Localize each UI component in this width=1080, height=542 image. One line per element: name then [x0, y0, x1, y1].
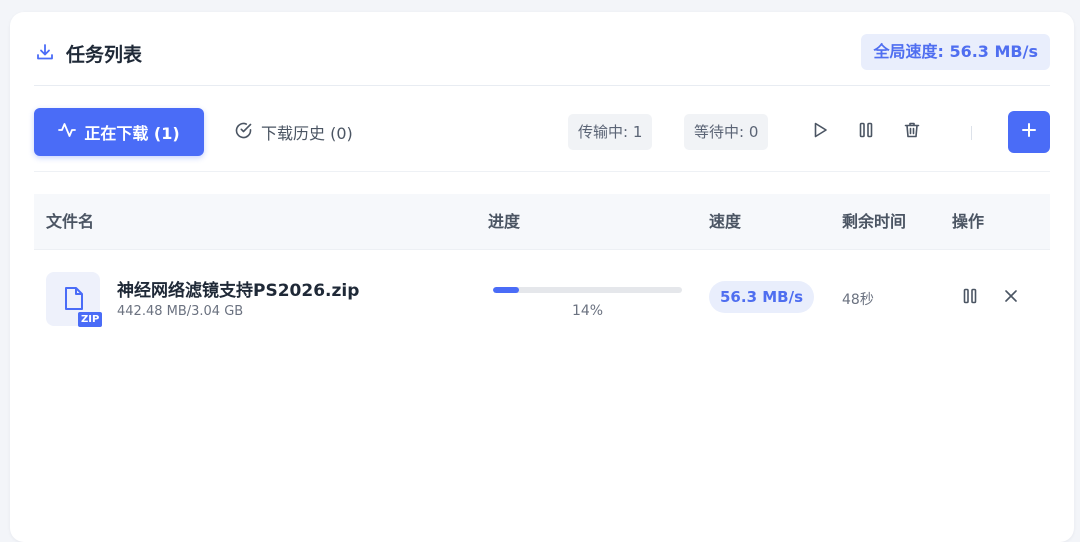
add-task-button[interactable] [1008, 111, 1050, 153]
download-icon [36, 43, 54, 61]
plus-icon [1021, 122, 1037, 142]
transferring-count: 传输中: 1 [568, 114, 653, 150]
pause-icon [961, 287, 979, 309]
column-header-progress: 进度 [488, 212, 521, 231]
check-circle-icon [234, 121, 253, 144]
pause-icon [857, 121, 875, 143]
play-icon [811, 121, 829, 143]
start-all-button[interactable] [808, 120, 832, 144]
speed-badge: 56.3 MB/s [709, 281, 814, 313]
tab-history[interactable]: 下载历史 (0) [234, 108, 353, 156]
progress-bar [493, 287, 682, 293]
remaining-time: 48秒 [842, 292, 874, 308]
toolbar-divider [971, 126, 972, 140]
tab-downloading[interactable]: 正在下载 (1) [34, 108, 204, 156]
column-header-remaining: 剩余时间 [842, 212, 907, 231]
delete-all-button[interactable] [900, 120, 924, 144]
tab-history-label: 下载历史 (0) [261, 124, 353, 143]
task-list-card: 任务列表 全局速度: 56.3 MB/s 正在下载 (1) 下载历史 (0) 传… [10, 12, 1074, 542]
close-icon [1003, 288, 1019, 308]
page-title: 任务列表 [66, 44, 143, 66]
tab-downloading-label: 正在下载 (1) [84, 124, 180, 143]
column-header-filename: 文件名 [46, 212, 95, 231]
activity-icon [58, 121, 77, 143]
header: 任务列表 全局速度: 56.3 MB/s [34, 12, 1050, 86]
trash-icon [903, 121, 921, 143]
pause-task-button[interactable] [958, 286, 982, 310]
column-header-speed: 速度 [709, 212, 742, 231]
file-size: 442.48 MB/3.04 GB [117, 304, 244, 319]
column-header-actions: 操作 [952, 212, 985, 231]
global-speed-badge: 全局速度: 56.3 MB/s [861, 34, 1050, 70]
cancel-task-button[interactable] [999, 286, 1023, 310]
table-header: 文件名 进度 速度 剩余时间 操作 [34, 194, 1050, 250]
file-type-badge: ZIP [78, 312, 103, 327]
table-row: ZIP 神经网络滤镜支持PS2026.zip 442.48 MB/3.04 GB… [34, 250, 1050, 350]
waiting-count: 等待中: 0 [684, 114, 769, 150]
pause-all-button[interactable] [854, 120, 878, 144]
progress-percent: 14% [571, 303, 604, 319]
file-name: 神经网络滤镜支持PS2026.zip [117, 281, 360, 301]
toolbar: 正在下载 (1) 下载历史 (0) 传输中: 1 等待中: 0 [34, 86, 1050, 172]
progress-bar-fill [493, 287, 520, 293]
